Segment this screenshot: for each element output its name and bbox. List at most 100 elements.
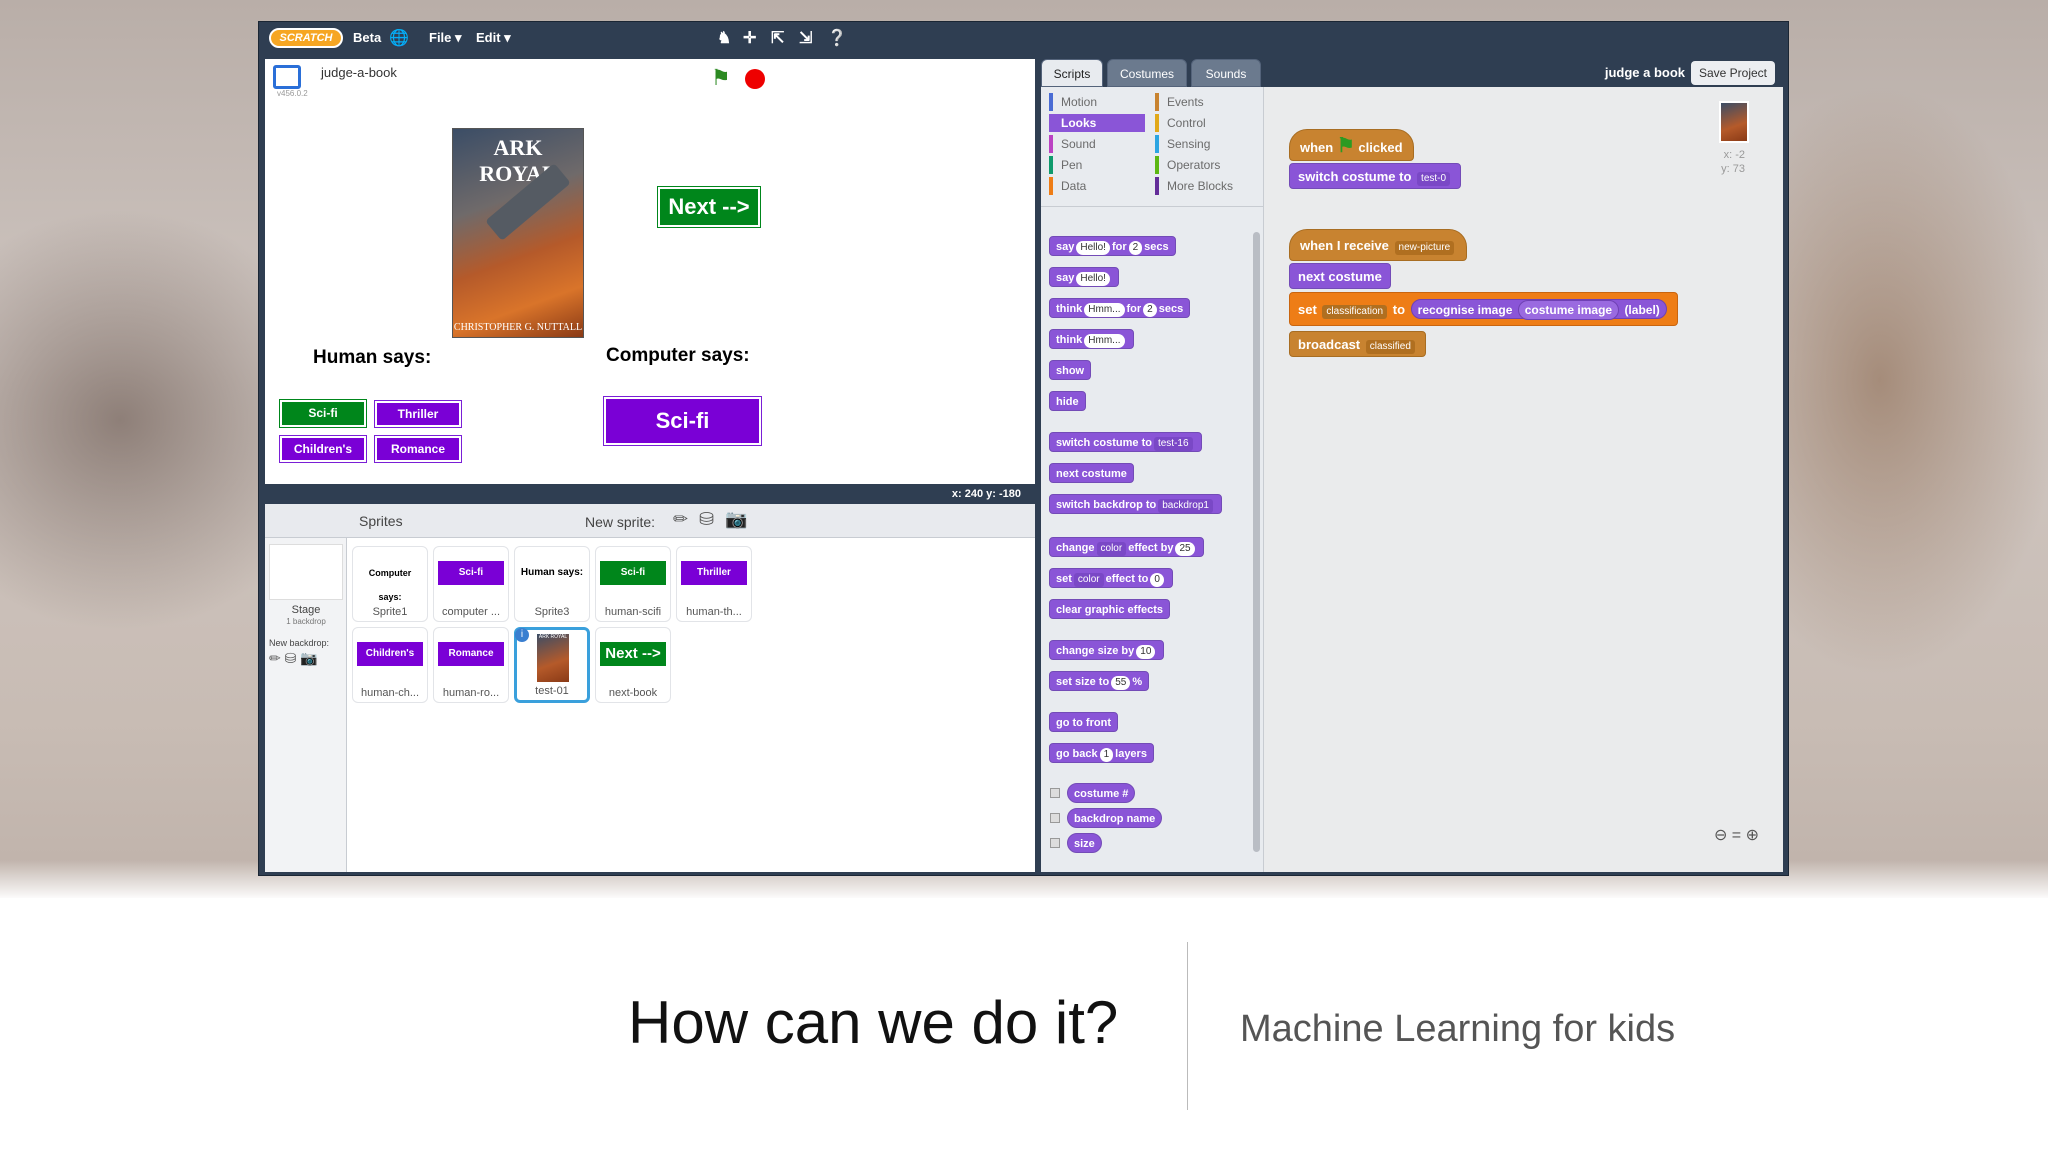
- project-name[interactable]: judge-a-book: [321, 65, 397, 80]
- checkbox-costume-number[interactable]: [1050, 788, 1060, 798]
- checkbox-size[interactable]: [1050, 838, 1060, 848]
- zoom-out-icon[interactable]: ⊖: [1714, 827, 1727, 844]
- sprites-header: Sprites New sprite: ✏ ⛁ 📷: [265, 504, 1035, 538]
- category-sensing[interactable]: Sensing: [1155, 135, 1251, 153]
- block-think[interactable]: think Hmm...: [1049, 329, 1134, 349]
- next-button[interactable]: Next -->: [657, 186, 761, 228]
- green-flag-icon[interactable]: ⚑: [711, 65, 731, 91]
- book-author: CHRISTOPHER G. NUTTALL: [453, 322, 583, 333]
- switch-costume-block[interactable]: switch costume to test-0: [1289, 163, 1462, 189]
- stage-thumbnail[interactable]: [269, 544, 343, 600]
- sprite-tile[interactable]: Next --> next-book: [595, 627, 671, 703]
- broadcast-block[interactable]: broadcast classified: [1289, 331, 1426, 357]
- block-set-effect[interactable]: set color effect to 0: [1049, 568, 1173, 588]
- block-next-costume[interactable]: next costume: [1049, 463, 1134, 483]
- human-scifi-button[interactable]: Sci-fi: [279, 399, 367, 428]
- block-clear-effects[interactable]: clear graphic effects: [1049, 599, 1170, 619]
- sprite-tile-selected[interactable]: i ARK ROYAL test-01: [514, 627, 590, 703]
- zoom-in-icon[interactable]: ⊕: [1746, 827, 1759, 844]
- slide-subtitle: Machine Learning for kids: [1240, 1008, 1676, 1050]
- project-title[interactable]: judge a book: [1605, 65, 1685, 80]
- book-cover: ARK ROYAL CHRISTOPHER G. NUTTALL: [452, 128, 584, 338]
- slide-title: How can we do it?: [628, 989, 1119, 1056]
- block-set-size[interactable]: set size to 55%: [1049, 671, 1150, 691]
- mouse-coords: x: 240 y: -180: [265, 484, 1035, 504]
- checkbox-backdrop-name[interactable]: [1050, 813, 1060, 823]
- paint-icon[interactable]: ✏: [673, 509, 688, 530]
- sprite-tile[interactable]: Thriller human-th...: [676, 546, 752, 622]
- new-backdrop-label: New backdrop:: [269, 638, 330, 648]
- category-more-blocks[interactable]: More Blocks: [1155, 177, 1251, 195]
- human-thriller-button[interactable]: Thriller: [374, 400, 462, 428]
- block-say[interactable]: say Hello!: [1049, 267, 1119, 287]
- cut-icon[interactable]: ✛: [743, 28, 756, 48]
- stage-column: Stage 1 backdrop New backdrop: ✏ ⛁ 📷: [265, 538, 347, 872]
- category-looks[interactable]: Looks: [1049, 114, 1145, 132]
- zoom-reset-icon[interactable]: =: [1732, 827, 1741, 844]
- category-control[interactable]: Control: [1155, 114, 1251, 132]
- camera-icon[interactable]: 📷: [725, 509, 747, 530]
- project-titlebar: judge a book Save Project: [1263, 59, 1783, 87]
- sprite-tile[interactable]: Computer says: Sprite1: [352, 546, 428, 622]
- stop-icon[interactable]: [745, 69, 765, 89]
- fullscreen-icon[interactable]: [273, 65, 301, 89]
- sprite-tile[interactable]: Human says: Sprite3: [514, 546, 590, 622]
- block-palette: Motion Looks Sound Pen Data Events Contr…: [1041, 87, 1263, 872]
- upload-icon[interactable]: ⛁: [699, 509, 714, 530]
- block-change-effect[interactable]: change color effect by 25: [1049, 537, 1204, 557]
- book-thumbnail: ARK ROYAL: [537, 634, 569, 682]
- shrink-icon[interactable]: ⇲: [799, 28, 812, 48]
- scratch-logo[interactable]: SCRATCH: [269, 28, 343, 48]
- human-romance-button[interactable]: Romance: [374, 435, 462, 463]
- block-think-for-secs[interactable]: think Hmm... for 2 secs: [1049, 298, 1191, 318]
- category-operators[interactable]: Operators: [1155, 156, 1251, 174]
- sprite-tile[interactable]: Sci-fi computer ...: [433, 546, 509, 622]
- info-icon[interactable]: i: [515, 628, 529, 642]
- set-classification-block[interactable]: set classification to recognise image co…: [1289, 292, 1678, 326]
- stage-backdrop-count: 1 backdrop: [286, 617, 326, 626]
- sprite-tile[interactable]: Romance human-ro...: [433, 627, 509, 703]
- recognise-image-reporter[interactable]: recognise image costume image (label): [1410, 299, 1667, 320]
- file-menu[interactable]: File ▾: [429, 30, 462, 46]
- when-i-receive-block[interactable]: when I receive new-picture: [1289, 229, 1468, 261]
- help-icon[interactable]: ❔: [827, 28, 847, 48]
- block-switch-costume[interactable]: switch costume to test-16: [1049, 432, 1202, 452]
- category-sound[interactable]: Sound: [1049, 135, 1145, 153]
- sprite-tile[interactable]: Sci-fi human-scifi: [595, 546, 671, 622]
- scripts-area[interactable]: x: -2 y: 73 when ⚑ clicked switch costum…: [1263, 87, 1783, 872]
- tab-costumes[interactable]: Costumes: [1107, 59, 1187, 87]
- stage-header: judge-a-book v456.0.2 ⚑: [265, 59, 1035, 99]
- reporter-costume-number[interactable]: costume #: [1067, 783, 1136, 803]
- human-childrens-button[interactable]: Children's: [279, 435, 367, 463]
- backdrop-tools-icon[interactable]: ✏ ⛁ 📷: [269, 650, 318, 667]
- globe-icon[interactable]: 🌐: [389, 28, 409, 48]
- caption-divider: [1187, 942, 1188, 1110]
- when-flag-clicked-block[interactable]: when ⚑ clicked: [1289, 129, 1414, 161]
- category-pen[interactable]: Pen: [1049, 156, 1145, 174]
- block-change-size[interactable]: change size by 10: [1049, 640, 1165, 660]
- sprite-tile[interactable]: Children's human-ch...: [352, 627, 428, 703]
- block-go-back-layers[interactable]: go back 1 layers: [1049, 743, 1154, 763]
- category-data[interactable]: Data: [1049, 177, 1145, 195]
- stage-label: Stage: [291, 604, 321, 616]
- next-costume-block[interactable]: next costume: [1289, 263, 1391, 289]
- computer-says-label: Computer says:: [606, 345, 750, 366]
- edit-menu[interactable]: Edit ▾: [476, 30, 511, 46]
- tab-sounds[interactable]: Sounds: [1191, 59, 1261, 87]
- beta-label: Beta: [353, 30, 382, 45]
- block-show[interactable]: show: [1049, 360, 1092, 380]
- duplicate-icon[interactable]: ♞: [717, 28, 731, 48]
- block-go-to-front[interactable]: go to front: [1049, 712, 1118, 732]
- save-project-button[interactable]: Save Project: [1690, 61, 1775, 85]
- stage-canvas[interactable]: ARK ROYAL CHRISTOPHER G. NUTTALL Next --…: [265, 99, 1035, 484]
- tab-scripts[interactable]: Scripts: [1041, 59, 1103, 87]
- block-say-for-secs[interactable]: say Hello! for 2 secs: [1049, 236, 1176, 256]
- grow-icon[interactable]: ⇱: [771, 28, 784, 48]
- reporter-size[interactable]: size: [1067, 833, 1102, 853]
- category-motion[interactable]: Motion: [1049, 93, 1145, 111]
- palette-scrollbar[interactable]: [1253, 232, 1260, 852]
- category-events[interactable]: Events: [1155, 93, 1251, 111]
- block-switch-backdrop[interactable]: switch backdrop to backdrop1: [1049, 494, 1222, 514]
- block-hide[interactable]: hide: [1049, 391, 1086, 411]
- reporter-backdrop-name[interactable]: backdrop name: [1067, 808, 1163, 828]
